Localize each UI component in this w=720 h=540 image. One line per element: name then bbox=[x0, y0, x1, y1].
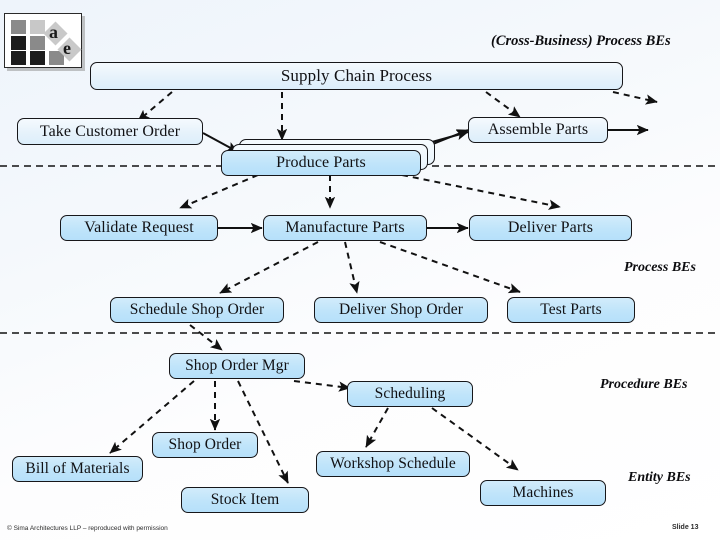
edge-manufacture-to-schedule-shop-order bbox=[219, 241, 319, 294]
node-deliver-shop-order[interactable]: Deliver Shop Order bbox=[314, 297, 488, 323]
edge-manufacture-to-test-parts bbox=[379, 241, 521, 294]
logo-square-6 bbox=[30, 51, 45, 65]
band-label-procedure: Procedure BEs bbox=[600, 377, 688, 392]
node-bill-of-materials[interactable]: Bill of Materials bbox=[12, 456, 143, 482]
company-logo: a e bbox=[4, 13, 82, 68]
logo-square-3 bbox=[11, 36, 26, 50]
edge-scheduling-to-workshop-schedule bbox=[365, 407, 389, 448]
node-scheduling[interactable]: Scheduling bbox=[347, 381, 473, 407]
edge-scp-to-take-customer-order bbox=[137, 91, 173, 122]
edge-manufacture-to-deliver-shop-order bbox=[344, 241, 360, 294]
node-test-parts[interactable]: Test Parts bbox=[507, 297, 635, 323]
edge-scp-to-assemble-parts bbox=[485, 91, 521, 118]
node-stock-item[interactable]: Stock Item bbox=[181, 487, 309, 513]
node-machines[interactable]: Machines bbox=[480, 480, 606, 506]
band-label-cross-business: (Cross-Business) Process BEs bbox=[491, 33, 671, 49]
node-shop-order-mgr[interactable]: Shop Order Mgr bbox=[169, 353, 305, 379]
node-deliver-parts[interactable]: Deliver Parts bbox=[469, 215, 632, 241]
edge-left-to-assemble-parts bbox=[431, 129, 469, 143]
band-label-entity: Entity BEs bbox=[628, 470, 691, 485]
node-supply-chain-process[interactable]: Supply Chain Process bbox=[90, 62, 623, 90]
node-validate-request[interactable]: Validate Request bbox=[60, 215, 218, 241]
node-manufacture-parts[interactable]: Manufacture Parts bbox=[263, 215, 427, 241]
logo-square-5 bbox=[11, 51, 26, 65]
node-schedule-shop-order[interactable]: Schedule Shop Order bbox=[110, 297, 284, 323]
node-workshop-schedule[interactable]: Workshop Schedule bbox=[316, 451, 470, 477]
logo-square-4 bbox=[30, 36, 45, 50]
slide-canvas: a e (Cross-Business) Process BEs Process… bbox=[0, 0, 720, 540]
node-assemble-parts[interactable]: Assemble Parts bbox=[468, 117, 608, 143]
band-label-process: Process BEs bbox=[624, 260, 696, 275]
logo-square-1 bbox=[11, 20, 26, 34]
logo-square-2 bbox=[30, 20, 45, 34]
edge-produce-parts-to-validate-request bbox=[179, 174, 259, 209]
edge-produce-parts-to-deliver-parts bbox=[401, 174, 561, 210]
node-shop-order[interactable]: Shop Order bbox=[152, 432, 258, 458]
slide-number: Slide 13 bbox=[672, 524, 699, 531]
node-take-customer-order[interactable]: Take Customer Order bbox=[17, 118, 203, 145]
edge-shop-order-mgr-to-scheduling bbox=[293, 380, 351, 392]
edge-scp-to-offpage bbox=[612, 91, 658, 105]
footer-copyright: © Sima Architectures LLP – reproduced wi… bbox=[7, 525, 168, 532]
logo-letter-e: e bbox=[63, 38, 71, 58]
node-produce-parts[interactable]: Produce Parts bbox=[221, 150, 421, 176]
edge-schedule-shop-order-to-shop-order-mgr bbox=[189, 324, 223, 351]
logo-letter-a: a bbox=[49, 22, 58, 42]
